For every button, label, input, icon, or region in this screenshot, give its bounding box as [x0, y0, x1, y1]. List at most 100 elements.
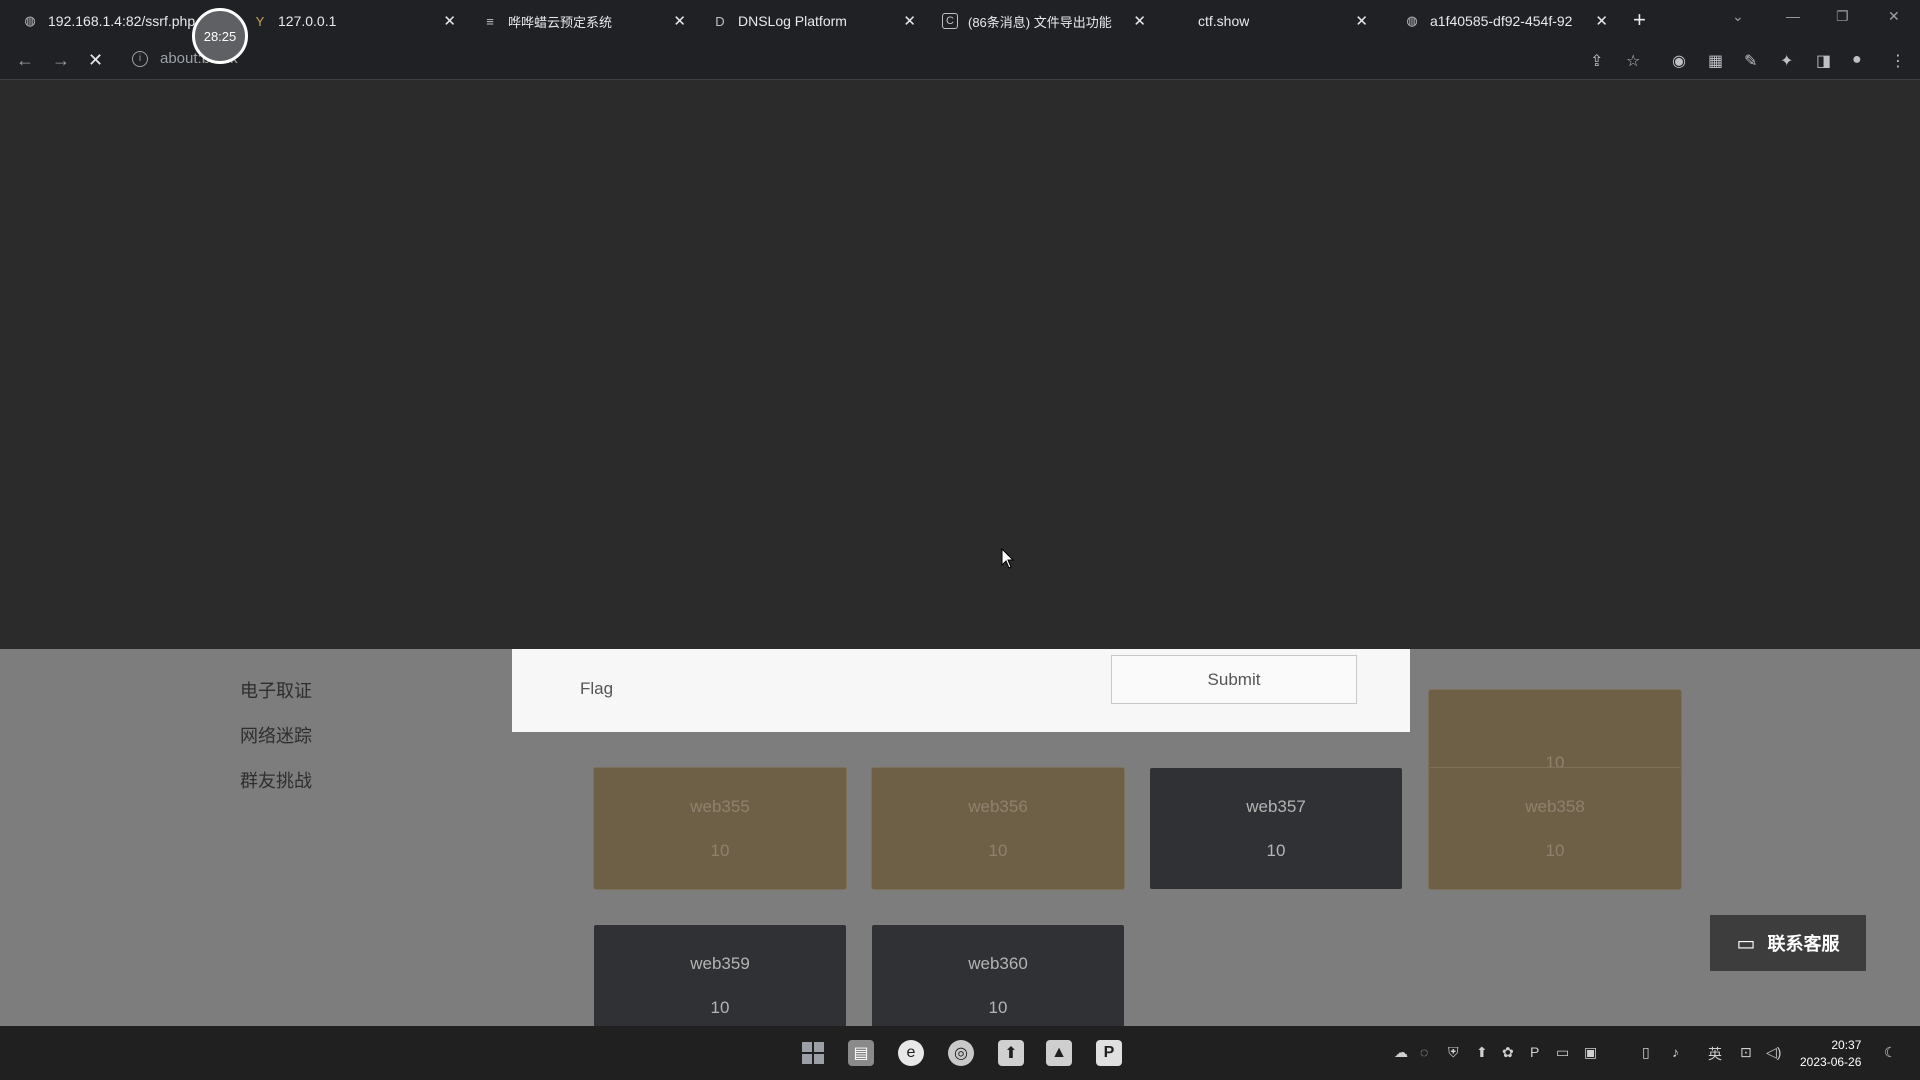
challenge-name: web355: [690, 796, 750, 816]
start-menu-icon[interactable]: [800, 1040, 826, 1066]
close-tab-icon[interactable]: ✕: [1133, 12, 1146, 30]
restore-icon[interactable]: ❐: [1836, 8, 1849, 25]
challenge-score: 10: [710, 997, 730, 1017]
doc-icon: ≡: [486, 13, 494, 29]
close-tab-icon[interactable]: ✕: [673, 12, 686, 30]
file-explorer-icon[interactable]: ▤: [848, 1040, 874, 1066]
tray-monitor-icon[interactable]: ▭: [1556, 1044, 1569, 1061]
browser-tab-strip: ◍ 192.168.1.4:82/ssrf.php Y 127.0.0.1 ✕ …: [0, 0, 1920, 42]
minimize-icon[interactable]: —: [1786, 8, 1800, 24]
d-logo-icon: D: [715, 13, 725, 29]
network-icon[interactable]: ⊡: [1740, 1044, 1752, 1061]
challenge-name: web360: [968, 953, 1028, 973]
stop-loading-icon[interactable]: ✕: [88, 50, 103, 71]
contact-support-button[interactable]: ▭ 联系客服: [1710, 915, 1866, 971]
puzzle-extensions-icon[interactable]: ✦: [1780, 51, 1793, 71]
tray-cloud-icon[interactable]: ☁: [1394, 1044, 1408, 1061]
notification-icon[interactable]: ☾: [1884, 1044, 1897, 1061]
challenge-card-web357[interactable]: web357 10: [1150, 768, 1402, 889]
os-taskbar: ▤ e ◎ ⬆ ▲ P ☁ ◌ ⛨ ⬆ ✿ P ▭ ▣ ▯ ♪ 英 ⊡ ◁) 2…: [0, 1026, 1920, 1080]
tab-title: 哗哗蜡云预定系统: [508, 14, 613, 30]
tab-title: 127.0.0.1: [278, 13, 337, 29]
clock-date: 2023-06-26: [1800, 1055, 1862, 1069]
challenge-score: 10: [1545, 840, 1565, 860]
sidebar-item-forensics[interactable]: 电子取证: [240, 677, 312, 703]
clock-time: 20:37: [1831, 1038, 1862, 1052]
loading-overlay: [0, 80, 1920, 649]
tab-title: DNSLog Platform: [738, 13, 847, 29]
tab-title: (86条消息) 文件导出功能: [968, 14, 1112, 30]
challenge-score: 10: [988, 997, 1008, 1017]
tab-title: 192.168.1.4:82/ssrf.php: [48, 13, 196, 29]
microphone-icon[interactable]: ♪: [1672, 1044, 1679, 1060]
edge-browser-icon[interactable]: e: [898, 1040, 924, 1066]
challenge-name: web356: [968, 796, 1028, 816]
contact-label: 联系客服: [1767, 934, 1840, 954]
close-tab-icon[interactable]: ✕: [1355, 12, 1368, 30]
side-panel-icon[interactable]: ◨: [1816, 51, 1831, 71]
app-icon[interactable]: ⬆: [998, 1040, 1024, 1066]
page-viewport: 电子取证 网络迷踪 群友挑战 Flag Submit 10 web355 10 …: [0, 80, 1920, 1026]
p-app-icon[interactable]: P: [1096, 1040, 1122, 1066]
challenge-score: 10: [710, 840, 730, 860]
chat-icon: ▭: [1736, 932, 1756, 955]
challenge-name: web359: [690, 953, 750, 973]
challenge-card-web359[interactable]: web359 10: [594, 925, 846, 1026]
tray-camera-icon[interactable]: ◌: [1420, 1044, 1428, 1060]
back-icon[interactable]: ←: [16, 50, 34, 71]
tab-challenge[interactable]: ◍ a1f40585-df92-454f-92 ✕: [1394, 6, 1616, 36]
forward-icon[interactable]: →: [52, 50, 70, 71]
tray-p-icon[interactable]: P: [1530, 1044, 1539, 1060]
c-logo-icon: C: [942, 13, 958, 29]
tab-title: ctf.show: [1198, 13, 1250, 29]
new-tab-icon[interactable]: +: [1633, 7, 1646, 33]
globe-icon: ◍: [24, 13, 36, 28]
tray-paw-icon[interactable]: ✿: [1502, 1044, 1514, 1061]
ime-indicator[interactable]: 英: [1708, 1044, 1722, 1064]
sidebar-item-community[interactable]: 群友挑战: [240, 767, 312, 793]
globe-icon: ◍: [1406, 13, 1418, 28]
challenge-card-web355[interactable]: web355 10: [594, 768, 846, 889]
tab-booking[interactable]: ≡ 哗哗蜡云预定系统 ✕: [472, 6, 694, 36]
challenge-card-web360[interactable]: web360 10: [872, 925, 1124, 1026]
close-tab-icon[interactable]: ✕: [1595, 12, 1608, 30]
image-app-icon[interactable]: ▲: [1046, 1040, 1072, 1066]
share-icon[interactable]: ⇪: [1590, 51, 1603, 71]
challenge-name: web357: [1246, 796, 1306, 816]
tab-dnslog[interactable]: D DNSLog Platform ✕: [702, 6, 924, 36]
browser-toolbar: ← → ✕ i about:blank ⇪ ☆ ◉ ▦ ✎ ✦ ◨ ● ⋮: [0, 42, 1920, 80]
volume-icon[interactable]: ◁): [1766, 1044, 1781, 1061]
tray-shield-icon[interactable]: ⛨: [1448, 1044, 1459, 1061]
flag-input[interactable]: Flag: [580, 679, 613, 699]
mouse-cursor-icon: [1001, 547, 1015, 575]
close-tab-icon[interactable]: ✕: [443, 12, 456, 30]
tray-battery-icon[interactable]: ▯: [1642, 1044, 1650, 1061]
challenge-score: 10: [988, 840, 1008, 860]
sidebar-item-osint[interactable]: 网络迷踪: [240, 722, 312, 748]
tab-csdn[interactable]: C (86条消息) 文件导出功能 ✕: [932, 6, 1154, 36]
tab-localhost[interactable]: Y 127.0.0.1 ✕: [242, 6, 464, 36]
tab-ctfshow[interactable]: ctf.show ✕: [1188, 6, 1386, 36]
flag-submit-panel: Flag Submit: [512, 649, 1410, 732]
close-window-icon[interactable]: ✕: [1888, 8, 1900, 25]
tab-search-chevron-icon[interactable]: ⌄: [1732, 8, 1744, 25]
bookmark-star-icon[interactable]: ☆: [1626, 51, 1640, 71]
tray-device-icon[interactable]: ▣: [1584, 1044, 1597, 1061]
challenge-card-web356[interactable]: web356 10: [872, 768, 1124, 889]
submit-button[interactable]: Submit: [1111, 655, 1357, 704]
profile-icon[interactable]: ●: [1852, 51, 1862, 69]
system-clock[interactable]: 20:37 2023-06-26: [1800, 1037, 1861, 1071]
y-logo-icon: Y: [255, 13, 265, 29]
info-icon[interactable]: i: [132, 50, 148, 67]
menu-kebab-icon[interactable]: ⋮: [1890, 51, 1906, 71]
challenge-score: 10: [1266, 840, 1286, 860]
tray-app-icon[interactable]: ⬆: [1476, 1044, 1488, 1061]
tab-title: a1f40585-df92-454f-92: [1430, 13, 1573, 29]
challenge-card-web358[interactable]: web358 10: [1429, 768, 1681, 889]
recording-timer: 28:25: [192, 8, 248, 64]
close-tab-icon[interactable]: ✕: [903, 12, 916, 30]
chrome-browser-icon[interactable]: ◎: [948, 1040, 974, 1066]
extension-icon[interactable]: ✎: [1744, 51, 1757, 71]
extension-eye-icon[interactable]: ◉: [1672, 51, 1686, 71]
qr-code-icon[interactable]: ▦: [1708, 51, 1723, 71]
